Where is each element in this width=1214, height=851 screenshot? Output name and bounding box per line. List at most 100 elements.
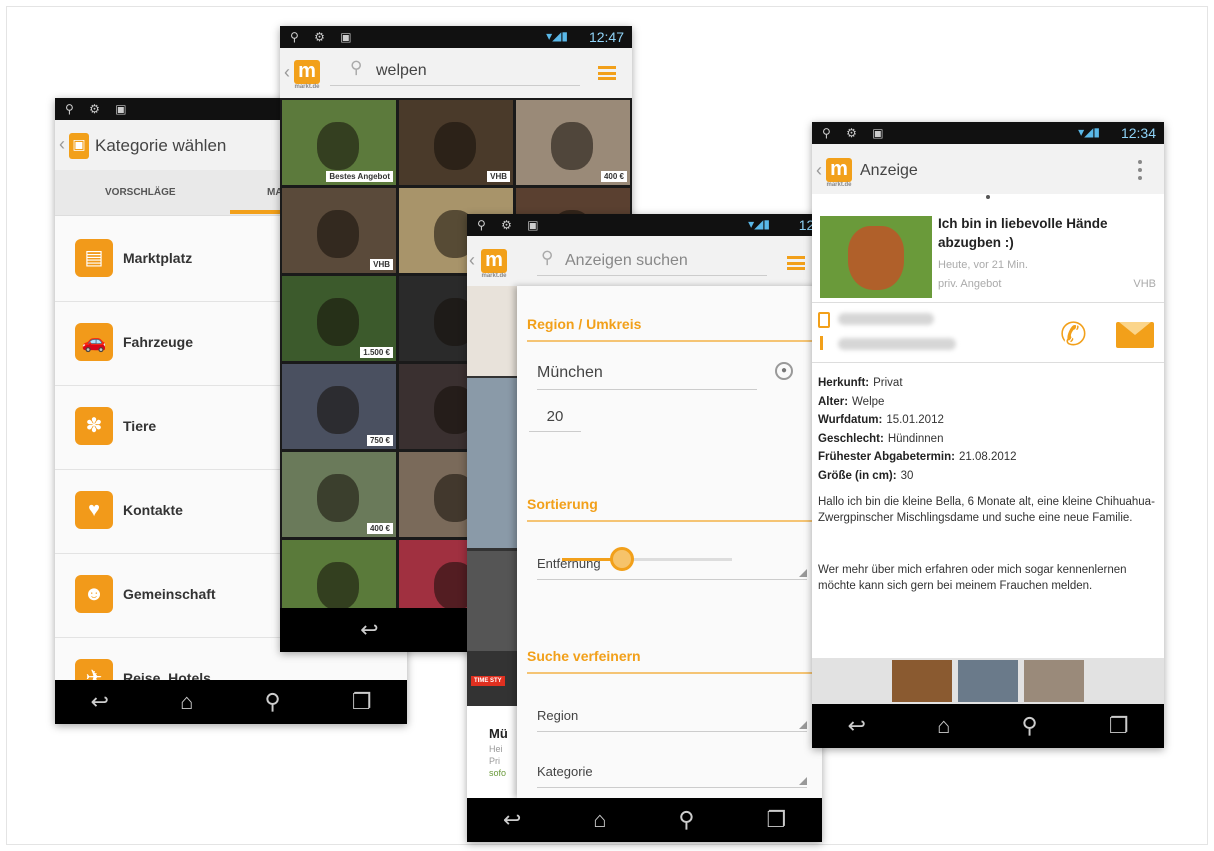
back-icon[interactable]: ↩	[848, 713, 866, 739]
page-title: Kategorie wählen	[95, 136, 227, 155]
locate-icon[interactable]: ●	[775, 362, 793, 380]
filter-panel: Region / Umkreis München ● 20 Sortierung…	[517, 286, 822, 798]
section-divider	[527, 520, 812, 522]
dog-shape	[317, 562, 359, 610]
price-badge: 1.500 €	[360, 347, 393, 358]
detail-value: Privat	[873, 377, 903, 389]
region-label: Region	[537, 708, 579, 723]
result-tile[interactable]: 400 €	[516, 100, 630, 185]
region-select[interactable]: Region	[537, 698, 807, 732]
detail-row: Herkunft: Privat	[818, 374, 1158, 393]
envelope-flap	[1119, 322, 1151, 336]
search-query: welpen	[376, 62, 427, 79]
result-tile[interactable]: VHB	[399, 100, 513, 185]
result-tile[interactable]: Bestes Angebot	[282, 100, 396, 185]
signal-icon: ▾◢▮	[1078, 125, 1100, 139]
detail-row: Wurfdatum: 15.01.2012	[818, 411, 1158, 430]
price-badge: 400 €	[600, 171, 627, 182]
search-icon: ⚲	[350, 58, 363, 77]
status-bar: ⚲ ⚙ ▣ ▾◢▮ 12:47	[280, 26, 632, 48]
notification-icons: ⚲ ⚙ ▣	[477, 218, 545, 232]
marketplace-icon: ▤	[75, 239, 113, 277]
result-tile[interactable]: VHB	[282, 188, 396, 273]
back-chevron-icon[interactable]: ‹	[469, 250, 475, 271]
listing-badge: TIME STY	[471, 676, 505, 686]
radius-value: 20	[546, 408, 564, 425]
phone-ad-detail: ⚲ ⚙ ▣ ▾◢▮ 12:34 ‹ m markt.de Anzeige Ich …	[812, 122, 1164, 748]
menu-icon[interactable]	[787, 256, 805, 270]
notification-icons: ⚲ ⚙ ▣	[65, 102, 133, 116]
detail-row: Geschlecht: Hündinnen	[818, 430, 1158, 449]
detail-value: 15.01.2012	[886, 414, 944, 426]
back-icon[interactable]: ↩	[91, 689, 109, 715]
ad-date: Heute, vor 21 Min.	[938, 259, 1028, 271]
clock: 12:47	[588, 29, 624, 45]
listing-card[interactable]: Mü Hei Pri sofo	[467, 706, 517, 798]
signal-icon: ▾◢▮	[546, 29, 568, 43]
search-icon[interactable]: ⚲	[1021, 713, 1037, 739]
sort-select[interactable]: Entfernung	[537, 546, 807, 580]
home-icon[interactable]: ⌂	[593, 807, 606, 833]
call-icon[interactable]: ✆	[1060, 318, 1087, 350]
home-icon[interactable]: ⌂	[180, 689, 193, 715]
car-icon: 🚗	[75, 323, 113, 361]
system-nav-bar: ↩ ⌂ ⚲ ❐	[812, 704, 1164, 748]
email-icon[interactable]	[1116, 322, 1154, 348]
search-icon[interactable]: ⚲	[678, 807, 694, 833]
location-pin-icon	[820, 336, 828, 350]
notification-icons: ⚲ ⚙ ▣	[290, 30, 358, 44]
tab-suggestions[interactable]: VORSCHLÄGE	[105, 187, 176, 198]
listing-photo	[467, 378, 517, 548]
recent-apps-icon[interactable]: ❐	[766, 807, 786, 833]
result-tile[interactable]: 1.500 €	[282, 276, 396, 361]
home-icon[interactable]: ⌂	[937, 713, 950, 739]
city-input[interactable]: München	[537, 356, 757, 390]
clock: 12:34	[1120, 125, 1156, 141]
menu-icon[interactable]	[598, 66, 616, 80]
system-nav-bar: ↩ ⌂ ⚲ ❐	[55, 680, 407, 724]
thumbnail[interactable]	[1024, 660, 1084, 702]
dropdown-arrow-icon	[799, 569, 807, 577]
category-select[interactable]: Kategorie	[537, 754, 807, 788]
overflow-menu-icon[interactable]	[1138, 160, 1142, 180]
detail-value: Hündinnen	[887, 432, 944, 445]
back-chevron-icon[interactable]: ‹	[284, 62, 290, 83]
thumbnail[interactable]	[892, 660, 952, 702]
slider-handle[interactable]	[609, 547, 634, 571]
ad-photo[interactable]	[820, 216, 932, 298]
radius-slider[interactable]	[562, 547, 732, 571]
category-label: Kategorie	[537, 764, 593, 779]
search-field[interactable]: ⚲ Anzeigen suchen	[537, 246, 767, 276]
back-chevron-icon[interactable]: ‹	[816, 160, 822, 181]
category-logo-icon: ▣	[69, 133, 89, 159]
detail-value: 21.08.2012	[958, 451, 1017, 463]
recent-apps-icon[interactable]: ❐	[1109, 713, 1129, 739]
search-icon: ⚲	[541, 248, 554, 267]
dropdown-arrow-icon	[799, 777, 807, 785]
divider	[812, 362, 1164, 363]
divider	[812, 302, 1164, 303]
paw-icon: ✽	[75, 407, 113, 445]
search-field[interactable]: ⚲ welpen	[330, 56, 580, 86]
listing-photo	[467, 551, 517, 651]
result-tile[interactable]: 400 €	[282, 452, 396, 537]
recent-apps-icon[interactable]: ❐	[352, 689, 372, 715]
dropdown-arrow-icon	[799, 721, 807, 729]
ad-details: Herkunft: Privat Alter: Welpe Wurfdatum: 15.0…	[818, 374, 1158, 485]
search-icon[interactable]: ⚲	[264, 689, 280, 715]
back-icon[interactable]: ↩	[503, 807, 521, 833]
people-icon: ☻	[75, 575, 113, 613]
result-tile[interactable]: 750 €	[282, 364, 396, 449]
thumbnail[interactable]	[958, 660, 1018, 702]
radius-input[interactable]: 20	[529, 398, 581, 432]
detail-row: Frühester Abgabetermin: 21.08.2012	[818, 448, 1158, 467]
app-logo-icon: m markt.de	[826, 158, 852, 188]
detail-value: 30	[900, 469, 914, 482]
search-placeholder: Anzeigen suchen	[565, 252, 688, 269]
refine-heading: Suche verfeinern	[527, 648, 641, 664]
back-chevron-icon[interactable]: ‹	[59, 134, 65, 155]
app-logo-icon: m markt.de	[481, 249, 507, 279]
back-icon[interactable]: ↩	[360, 617, 378, 643]
category-label: Fahrzeuge	[123, 334, 194, 350]
phone-number-icon	[818, 312, 830, 328]
